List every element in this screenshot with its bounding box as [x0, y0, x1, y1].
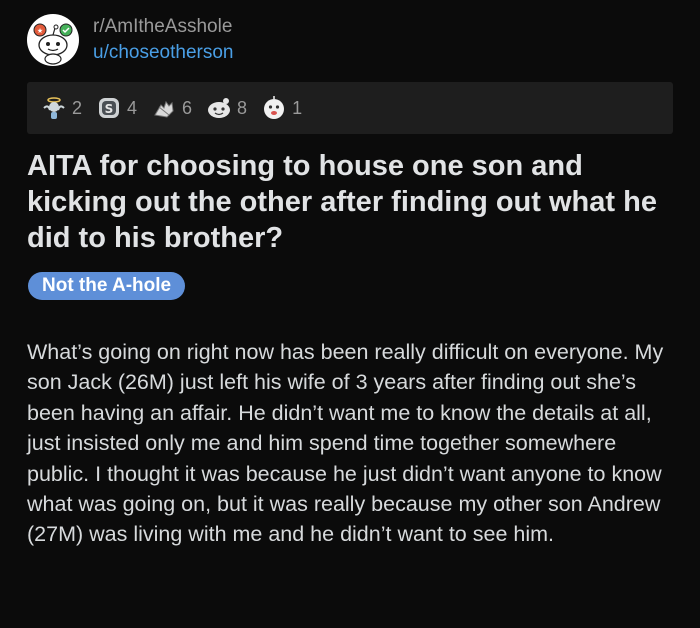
- subreddit-name[interactable]: r/AmItheAsshole: [93, 15, 234, 39]
- award-silver[interactable]: S 4: [96, 95, 137, 121]
- post-meta: r/AmItheAsshole u/choseotherson: [93, 15, 234, 65]
- silver-award-icon: S: [99, 98, 120, 118]
- award-count: 1: [292, 97, 303, 118]
- post-title[interactable]: AITA for choosing to house one son and k…: [27, 148, 677, 256]
- subreddit-avatar[interactable]: ★: [27, 14, 79, 66]
- post-header: ★ r/AmItheAsshole u/choseotherson: [27, 14, 234, 66]
- svg-text:S: S: [105, 102, 114, 116]
- author-username[interactable]: u/choseotherson: [93, 41, 234, 65]
- hands-award-icon: [154, 100, 174, 118]
- award-angel[interactable]: 2: [41, 95, 82, 121]
- post-body: What’s going on right now has been reall…: [27, 340, 664, 547]
- award-count: 4: [127, 97, 138, 118]
- face-award-icon: [264, 96, 285, 119]
- award-count: 2: [72, 97, 83, 118]
- award-count: 6: [182, 97, 193, 118]
- wholesome-award-icon: [208, 98, 231, 118]
- svg-text:★: ★: [37, 27, 43, 35]
- award-count: 8: [237, 97, 248, 118]
- awards-bar[interactable]: 2 S 4 6 8 1: [27, 82, 673, 134]
- award-wholesome[interactable]: 8: [206, 95, 247, 121]
- reddit-snoo-icon: ★: [33, 23, 73, 65]
- post-flair[interactable]: Not the A-hole: [28, 272, 186, 300]
- award-face[interactable]: 1: [261, 95, 302, 121]
- angel-award-icon: [43, 97, 65, 119]
- award-hands[interactable]: 6: [151, 95, 192, 121]
